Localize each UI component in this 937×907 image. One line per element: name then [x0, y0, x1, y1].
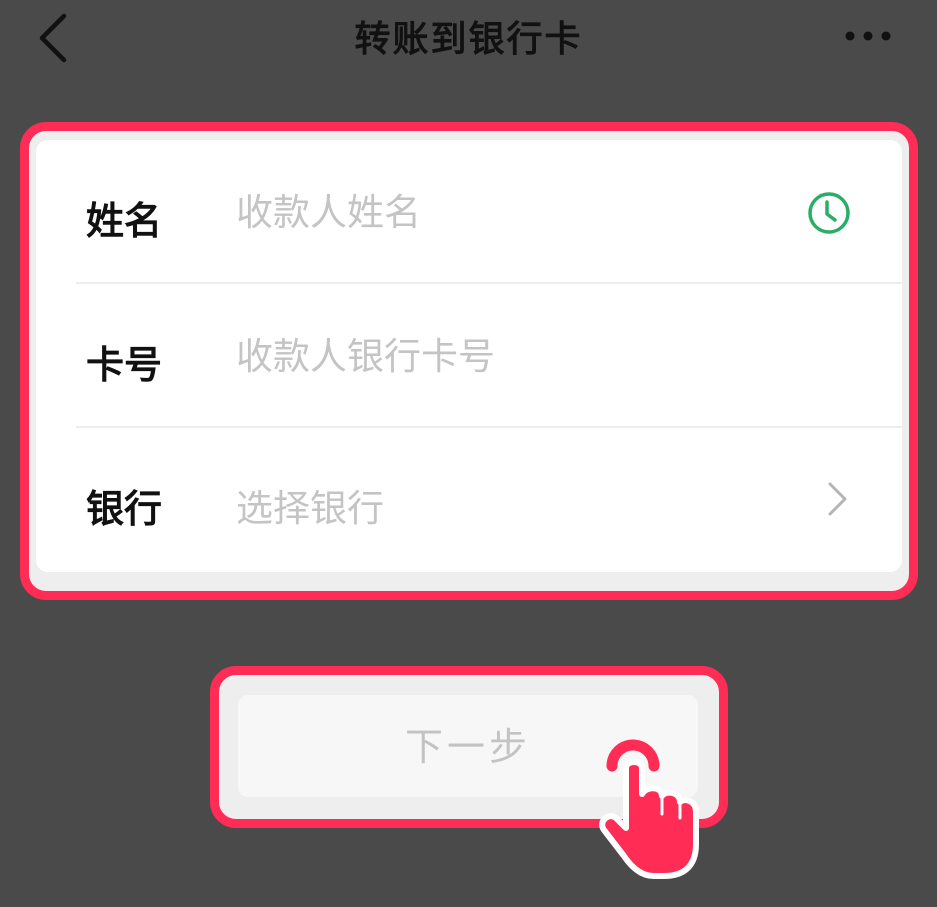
name-label: 姓名	[86, 199, 163, 243]
form-row-name: 姓名	[36, 140, 902, 284]
transfer-form: 姓名 卡号 银行 选择银行	[36, 140, 902, 572]
card-number-input[interactable]	[236, 320, 796, 392]
chevron-right-icon	[828, 482, 847, 516]
payee-name-input[interactable]	[236, 176, 796, 248]
hand-pointer-icon	[599, 739, 699, 879]
card-number-label: 卡号	[86, 343, 163, 387]
form-row-card-number: 卡号	[36, 284, 902, 428]
more-button[interactable]	[838, 22, 898, 50]
page-title: 转账到银行卡	[354, 19, 583, 60]
bank-label: 银行	[86, 487, 163, 531]
more-dots-icon	[845, 31, 891, 41]
clock-history-icon[interactable]	[806, 190, 852, 236]
bank-select[interactable]: 选择银行	[236, 478, 384, 532]
nav-bar: 转账到银行卡	[0, 0, 937, 80]
form-row-bank[interactable]: 银行 选择银行	[36, 428, 902, 572]
